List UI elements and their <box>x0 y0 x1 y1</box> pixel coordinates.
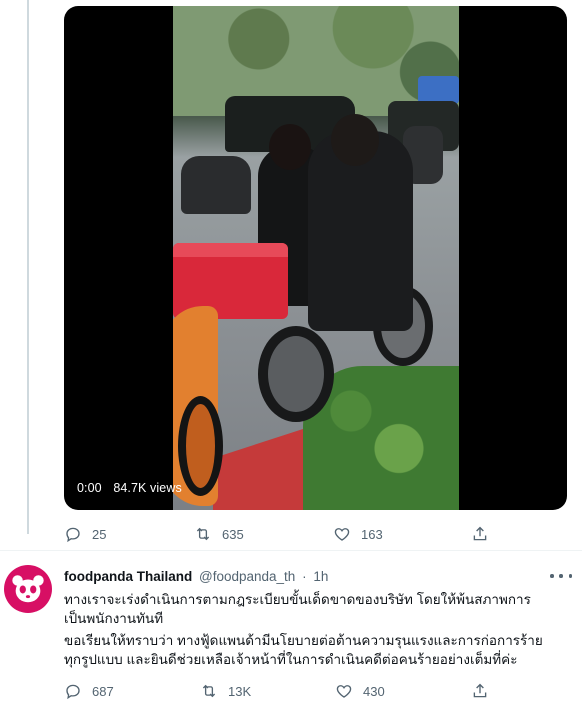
tweet-text-line: เป็นพนักงานทันที <box>64 611 164 626</box>
share-icon <box>473 683 487 698</box>
video-frame <box>173 6 459 510</box>
thread-connector-line <box>27 0 29 534</box>
retweet-button[interactable]: 13K <box>200 681 251 701</box>
retweet-count: 635 <box>222 526 244 542</box>
panda-logo-icon <box>12 575 44 603</box>
like-count: 163 <box>361 526 383 542</box>
video-view-count: 84.7K views <box>113 481 182 495</box>
retweet-icon <box>196 527 210 541</box>
video-timestamp: 0:00 <box>77 481 102 495</box>
tweet-text-line: ขอเรียนให้ทราบว่า ทางฟู้ดแพนด้ามีนโยบายต… <box>64 633 543 648</box>
foodpanda-avatar[interactable] <box>4 565 52 613</box>
tweet-time[interactable]: 1h <box>313 569 328 584</box>
like-count: 430 <box>363 683 385 699</box>
retweet-icon <box>202 684 216 698</box>
reply-tweet-header: foodpanda Thailand @foodpanda_th · 1h <box>64 569 328 584</box>
reply-icon <box>66 527 80 543</box>
like-button[interactable]: 163 <box>333 524 383 544</box>
share-icon <box>473 526 487 541</box>
author-display-name[interactable]: foodpanda Thailand <box>64 569 192 584</box>
retweet-count: 13K <box>228 683 252 699</box>
tweet-divider <box>0 550 582 551</box>
tweet-text-line: ทางเราจะเร่งดำเนินการตามกฎระเบียบขั้นเด็… <box>64 592 531 607</box>
reply-icon <box>66 684 80 700</box>
reply-count: 687 <box>92 683 114 699</box>
retweet-button[interactable]: 635 <box>194 524 244 544</box>
more-options-icon[interactable] <box>550 570 572 582</box>
heart-icon <box>334 528 350 541</box>
tweet-text-line: ทุกรูปแบบ และยินดีช่วยเหลือเจ้าหน้าที่ใน… <box>64 652 518 667</box>
like-button[interactable]: 430 <box>335 681 385 701</box>
video-info-overlay: 0:00 84.7K views <box>77 481 190 495</box>
tweet-video-player[interactable] <box>64 6 567 510</box>
author-handle[interactable]: @foodpanda_th <box>199 569 295 584</box>
reply-count: 25 <box>92 526 107 542</box>
header-separator: · <box>302 569 307 584</box>
reply-button[interactable]: 25 <box>64 524 106 544</box>
share-button[interactable] <box>471 524 499 544</box>
heart-icon <box>336 685 352 698</box>
share-button[interactable] <box>471 681 499 701</box>
reply-button[interactable]: 687 <box>64 681 114 701</box>
